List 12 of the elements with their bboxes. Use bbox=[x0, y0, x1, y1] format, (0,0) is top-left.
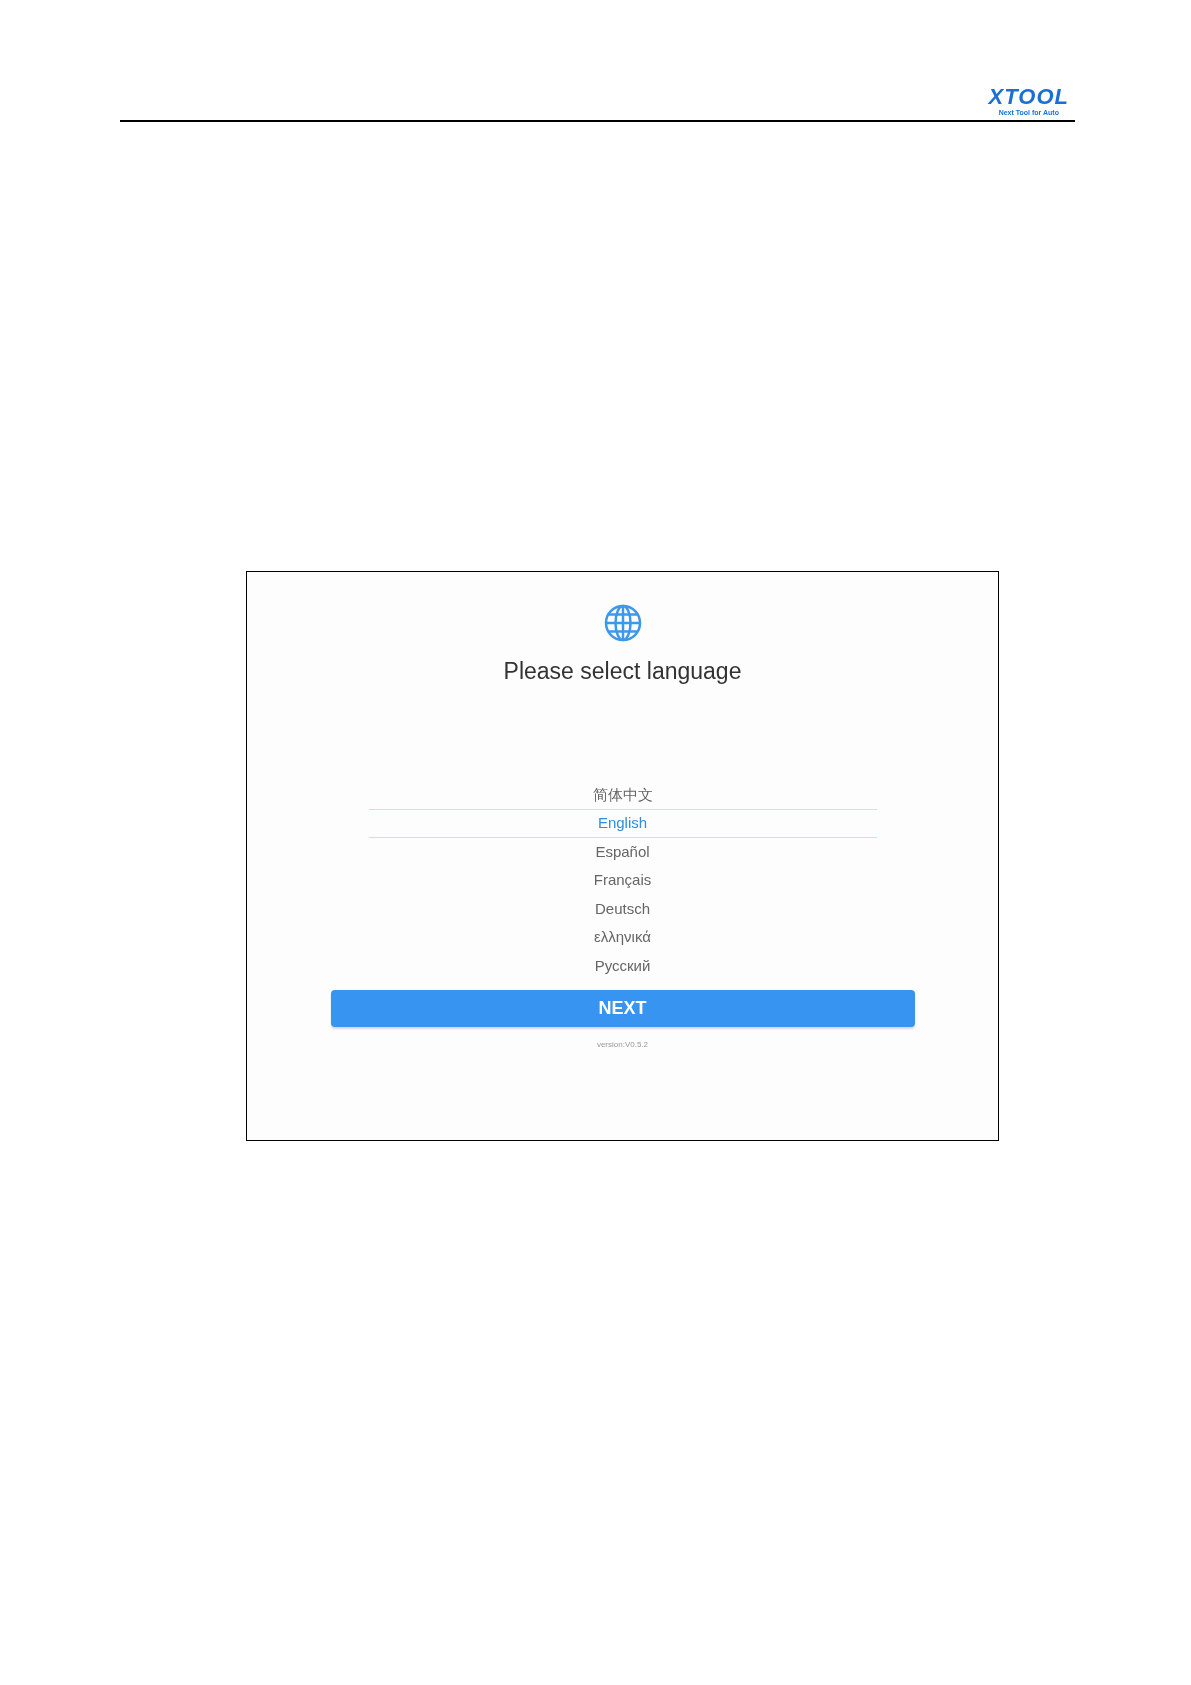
language-option[interactable]: English bbox=[368, 809, 877, 838]
language-option[interactable]: ελληνικά bbox=[368, 923, 877, 952]
next-button[interactable]: NEXT bbox=[330, 990, 915, 1027]
language-option[interactable]: Español bbox=[368, 837, 877, 866]
screen-title: Please select language bbox=[503, 657, 742, 686]
globe-icon bbox=[603, 604, 642, 642]
language-option[interactable]: 简体中文 bbox=[368, 780, 877, 809]
language-option[interactable]: Русский bbox=[368, 951, 877, 980]
version-text: version:V0.5.2 bbox=[596, 1039, 649, 1051]
language-option[interactable]: Deutsch bbox=[368, 894, 877, 923]
logo: XTOOL bbox=[988, 86, 1069, 108]
language-option[interactable]: Français bbox=[368, 866, 877, 895]
